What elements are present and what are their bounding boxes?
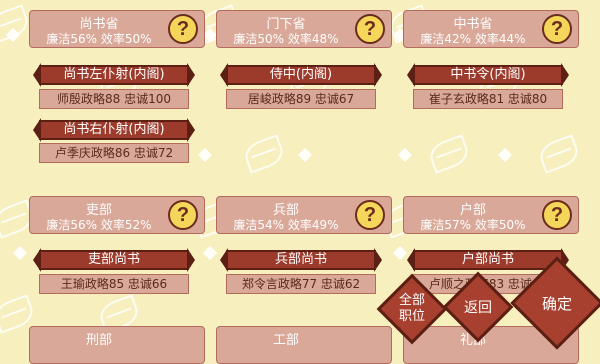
dept-stats: 廉洁42% 效率44% bbox=[420, 32, 526, 46]
help-icon[interactable]: ? bbox=[355, 14, 385, 44]
dept-card-li[interactable]: 吏部 廉洁56% 效率52% ? bbox=[29, 196, 205, 234]
help-icon[interactable]: ? bbox=[168, 200, 198, 230]
diamond-decoration bbox=[297, 147, 313, 163]
official-info[interactable]: 卢季庆政略86 忠诚72 bbox=[39, 143, 189, 163]
dept-stats: 廉洁56% 效率50% bbox=[46, 32, 152, 46]
confirm-label: 确定 bbox=[541, 294, 572, 313]
dept-card-bing[interactable]: 兵部 廉洁54% 效率49% ? bbox=[216, 196, 392, 234]
leaf-decoration bbox=[426, 134, 472, 174]
official-info[interactable]: 郑令言政略77 忠诚62 bbox=[226, 274, 376, 294]
diamond-decoration bbox=[197, 147, 213, 163]
official-info[interactable]: 崔子玄政略81 忠诚80 bbox=[413, 89, 563, 109]
dept-title: 刑部 bbox=[85, 333, 112, 348]
help-icon[interactable]: ? bbox=[542, 14, 572, 44]
post-title-banner[interactable]: 吏部尚书 bbox=[39, 250, 189, 270]
official-info[interactable]: 王瑜政略85 忠诚66 bbox=[39, 274, 189, 294]
post-title-banner[interactable]: 兵部尚书 bbox=[226, 250, 376, 270]
all-posts-label: 全部 职位 bbox=[398, 293, 425, 324]
dept-stats: 廉洁57% 效率50% bbox=[420, 218, 526, 232]
diamond-decoration bbox=[202, 245, 218, 261]
diamond-decoration bbox=[497, 147, 513, 163]
dept-card-menxia[interactable]: 门下省 廉洁50% 效率48% ? bbox=[216, 10, 392, 48]
help-icon[interactable]: ? bbox=[355, 200, 385, 230]
back-label: 返回 bbox=[464, 300, 492, 316]
dept-card-shangshu[interactable]: 尚书省 廉洁56% 效率50% ? bbox=[29, 10, 205, 48]
diamond-decoration bbox=[392, 245, 408, 261]
dept-card-hu[interactable]: 户部 廉洁57% 效率50% ? bbox=[403, 196, 579, 234]
post-title-banner[interactable]: 尚书左仆射(内阁) bbox=[39, 65, 189, 85]
official-info[interactable]: 居峻政略89 忠诚67 bbox=[226, 89, 376, 109]
help-icon[interactable]: ? bbox=[542, 200, 572, 230]
leaf-decoration bbox=[241, 134, 287, 174]
diamond-decoration bbox=[12, 245, 28, 261]
leaf-decoration bbox=[536, 134, 582, 174]
dept-card-gong[interactable]: 工部 bbox=[216, 326, 392, 364]
help-icon[interactable]: ? bbox=[168, 14, 198, 44]
dept-card-xing[interactable]: 刑部 bbox=[29, 326, 205, 364]
post-title-banner[interactable]: 尚书右仆射(内阁) bbox=[39, 120, 189, 140]
dept-title: 工部 bbox=[272, 333, 299, 348]
post-title-banner[interactable]: 侍中(内阁) bbox=[226, 65, 376, 85]
official-info[interactable]: 师殷政略88 忠诚100 bbox=[39, 89, 189, 109]
dept-stats: 廉洁54% 效率49% bbox=[233, 218, 339, 232]
post-title-banner[interactable]: 中书令(内阁) bbox=[413, 65, 563, 85]
diamond-decoration bbox=[397, 147, 413, 163]
dept-stats: 廉洁50% 效率48% bbox=[233, 32, 339, 46]
dept-card-zhongshu[interactable]: 中书省 廉洁42% 效率44% ? bbox=[403, 10, 579, 48]
dept-stats: 廉洁56% 效率52% bbox=[46, 218, 152, 232]
post-title-banner[interactable]: 户部尚书 bbox=[413, 250, 563, 270]
